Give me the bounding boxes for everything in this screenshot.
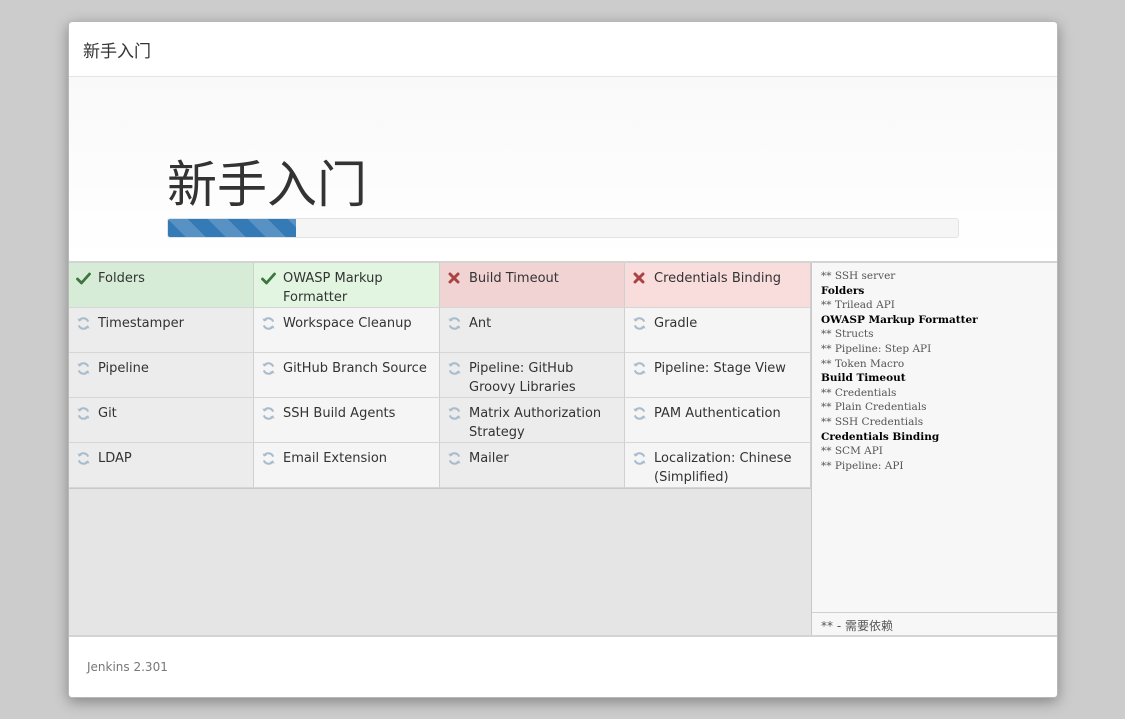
plugin-name: PAM Authentication: [654, 406, 781, 421]
log-legend: ** - 需要依赖: [812, 612, 1057, 635]
plugin-name: SSH Build Agents: [283, 406, 396, 421]
setup-wizard-dialog: 新手入门 新手入门 Folders OWASP Markup Formatter B…: [68, 21, 1058, 698]
plugin-name: Pipeline: GitHub Groovy Libraries: [469, 361, 576, 395]
plugin-item: Gradle: [625, 308, 811, 353]
plugin-name: Workspace Cleanup: [283, 316, 412, 331]
plugin-name: Gradle: [654, 316, 698, 331]
refresh-icon: [446, 450, 462, 466]
log-dependency-line: ** SCM API: [821, 445, 883, 458]
plugin-name: Matrix Authorization Strategy: [469, 406, 602, 440]
plugin-name: Git: [98, 406, 117, 421]
plugin-name: Pipeline: Stage View: [654, 361, 786, 376]
log-dependency-line: ** Pipeline: API: [821, 459, 904, 472]
plugin-name: GitHub Branch Source: [283, 361, 427, 376]
plugin-item: Pipeline: [69, 353, 254, 398]
jenkins-version: Jenkins 2.301: [87, 660, 168, 674]
plugin-name: Mailer: [469, 451, 509, 466]
plugin-item: OWASP Markup Formatter: [254, 263, 440, 308]
log-dependency-line: ** Structs: [821, 328, 874, 341]
refresh-icon: [631, 315, 647, 331]
plugin-name: Timestamper: [98, 316, 184, 331]
refresh-icon: [446, 360, 462, 376]
log-dependency-line: ** Credentials: [821, 386, 897, 399]
plugin-item: Git: [69, 398, 254, 443]
refresh-icon: [446, 405, 462, 421]
check-icon: [260, 270, 276, 286]
log-dependency-line: ** SSH Credentials: [821, 415, 924, 428]
plugin-item: Matrix Authorization Strategy: [440, 398, 625, 443]
dialog-footer: Jenkins 2.301: [69, 635, 1057, 697]
plugin-item: Timestamper: [69, 308, 254, 353]
plugin-item: Credentials Binding: [625, 263, 811, 308]
plugin-name: Email Extension: [283, 451, 388, 466]
install-log-panel[interactable]: ** SSH server Folders ** Trilead API OWASP …: [811, 263, 1057, 635]
plugin-item: LDAP: [69, 443, 254, 488]
install-progress-fill: [168, 219, 296, 237]
refresh-icon: [75, 450, 91, 466]
log-plugin-line: OWASP Markup Formatter: [821, 313, 978, 326]
dialog-title: 新手入门: [83, 41, 151, 62]
plugin-item: Build Timeout: [440, 263, 625, 308]
log-plugin-line: Build Timeout: [821, 372, 906, 385]
log-dependency-line: ** Trilead API: [821, 299, 895, 312]
plugin-list-panel: Folders OWASP Markup Formatter Build Timeo…: [69, 263, 811, 635]
plugin-item: Workspace Cleanup: [254, 308, 440, 353]
plugin-item: Pipeline: Stage View: [625, 353, 811, 398]
plugin-item: Pipeline: GitHub Groovy Libraries: [440, 353, 625, 398]
plugin-item: Email Extension: [254, 443, 440, 488]
refresh-icon: [631, 405, 647, 421]
plugin-item: Ant: [440, 308, 625, 353]
refresh-icon: [75, 315, 91, 331]
dialog-header: 新手入门: [69, 22, 1057, 77]
plugin-item: GitHub Branch Source: [254, 353, 440, 398]
plugin-name: Build Timeout: [469, 271, 559, 286]
refresh-icon: [75, 360, 91, 376]
plugin-item: SSH Build Agents: [254, 398, 440, 443]
plugin-name: Credentials Binding: [654, 271, 781, 286]
log-plugin-line: Folders: [821, 284, 865, 297]
log-dependency-line: ** Token Macro: [821, 357, 905, 370]
plugin-grid: Folders OWASP Markup Formatter Build Timeo…: [69, 263, 811, 489]
hero-panel: 新手入门: [69, 77, 1057, 263]
refresh-icon: [631, 360, 647, 376]
plugin-item: Localization: Chinese (Simplified): [625, 443, 811, 488]
install-content: Folders OWASP Markup Formatter Build Timeo…: [69, 263, 1057, 635]
plugin-name: Ant: [469, 316, 492, 331]
refresh-icon: [260, 360, 276, 376]
refresh-icon: [260, 450, 276, 466]
install-progress-bar: [167, 218, 959, 238]
install-log: ** SSH server Folders ** Trilead API OWASP …: [812, 263, 1057, 479]
plugin-name: Pipeline: [98, 361, 149, 376]
plugin-name: OWASP Markup Formatter: [283, 271, 383, 305]
check-icon: [75, 270, 91, 286]
log-dependency-line: ** Pipeline: Step API: [821, 342, 932, 355]
plugin-item: Mailer: [440, 443, 625, 488]
log-dependency-line: ** SSH server: [821, 270, 896, 282]
refresh-icon: [260, 315, 276, 331]
plugin-name: LDAP: [98, 451, 132, 466]
refresh-icon: [260, 405, 276, 421]
refresh-icon: [75, 405, 91, 421]
x-icon: [631, 270, 647, 286]
plugin-item: Folders: [69, 263, 254, 308]
log-dependency-line: ** Plain Credentials: [821, 401, 927, 414]
hero-title: 新手入门: [167, 156, 367, 214]
x-icon: [446, 270, 462, 286]
plugin-item: PAM Authentication: [625, 398, 811, 443]
refresh-icon: [446, 315, 462, 331]
log-plugin-line: Credentials Binding: [821, 430, 940, 443]
plugin-name: Folders: [98, 271, 145, 286]
refresh-icon: [631, 450, 647, 466]
plugin-name: Localization: Chinese (Simplified): [654, 451, 792, 485]
